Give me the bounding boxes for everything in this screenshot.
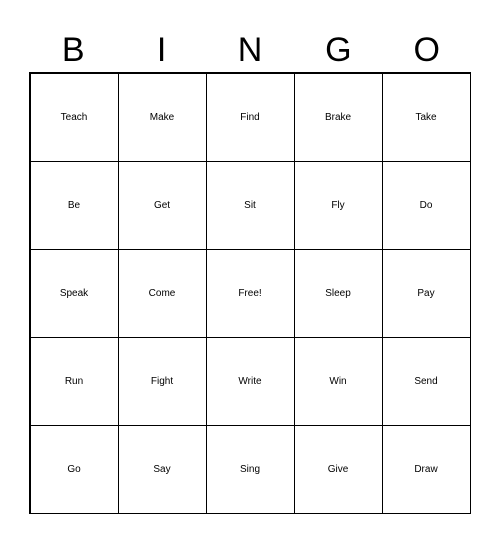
header-letter-g: G (325, 31, 352, 69)
bingo-header: BINGO (29, 28, 471, 72)
bingo-cell[interactable]: Sit (205, 160, 295, 250)
header-letter-i: I (156, 31, 167, 69)
bingo-cell[interactable]: Speak (29, 248, 119, 338)
bingo-cell[interactable]: Go (29, 424, 119, 514)
bingo-cell[interactable]: Run (29, 336, 119, 426)
bingo-cell[interactable]: Sleep (293, 248, 383, 338)
bingo-grid: Teach Make Find Brake Take Be Get Sit Fly Do Speak… (29, 72, 471, 514)
bingo-cell[interactable]: Come (117, 248, 207, 338)
bingo-cell[interactable]: Sing (205, 424, 295, 514)
bingo-cell[interactable]: Fly (293, 160, 383, 250)
bingo-cell[interactable]: Be (29, 160, 119, 250)
bingo-cell[interactable]: Get (117, 160, 207, 250)
bingo-cell[interactable]: Make (117, 72, 207, 162)
bingo-cell[interactable]: Take (381, 72, 471, 162)
bingo-cell[interactable]: Free! (205, 248, 295, 338)
bingo-cell[interactable]: Draw (381, 424, 471, 514)
bingo-cell[interactable]: Pay (381, 248, 471, 338)
bingo-cell[interactable]: Win (293, 336, 383, 426)
bingo-cell[interactable]: Send (381, 336, 471, 426)
bingo-cell[interactable]: Do (381, 160, 471, 250)
bingo-cell[interactable]: Fight (117, 336, 207, 426)
bingo-cell[interactable]: Teach (29, 72, 119, 162)
bingo-cell[interactable]: Find (205, 72, 295, 162)
bingo-cell[interactable]: Brake (293, 72, 383, 162)
header-letter-b: B (61, 31, 85, 69)
bingo-cell[interactable]: Write (205, 336, 295, 426)
header-letter-o: O (413, 31, 440, 69)
bingo-cell[interactable]: Give (293, 424, 383, 514)
header-letter-n: N (237, 31, 263, 69)
bingo-cell[interactable]: Say (117, 424, 207, 514)
